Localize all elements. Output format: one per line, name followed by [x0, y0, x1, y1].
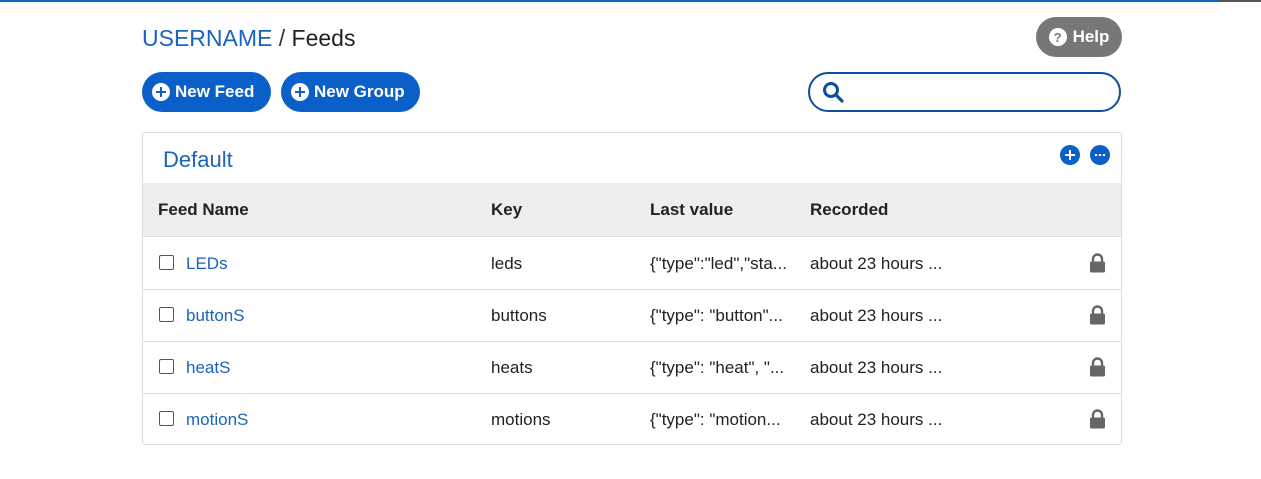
lock-icon[interactable]	[1089, 305, 1106, 325]
row-checkbox[interactable]	[159, 411, 174, 426]
group-title[interactable]: Default	[163, 147, 233, 173]
feed-key: buttons	[491, 306, 547, 325]
feed-group-panel: Default Feed Name Key Last value Recorde…	[142, 132, 1122, 445]
feed-key: motions	[491, 410, 551, 429]
group-options-button[interactable]	[1090, 145, 1110, 165]
add-feed-to-group-button[interactable]	[1060, 145, 1080, 165]
breadcrumb-user-link[interactable]: USERNAME	[142, 25, 272, 51]
feed-last-value: {"type": "motion...	[650, 410, 781, 429]
feed-key: heats	[491, 358, 533, 377]
search-box	[808, 72, 1121, 112]
feed-recorded: about 23 hours ...	[810, 254, 943, 273]
help-button[interactable]: ? Help	[1036, 17, 1122, 57]
table-header: Feed Name Key Last value Recorded	[143, 183, 1121, 237]
header-feed-name[interactable]: Feed Name	[158, 200, 249, 220]
feed-last-value: {"type":"led","sta...	[650, 254, 787, 273]
new-group-button[interactable]: New Group	[281, 72, 420, 112]
top-accent-bar	[0, 0, 1261, 2]
feed-name-link[interactable]: heatS	[186, 358, 230, 378]
feed-name-link[interactable]: motionS	[186, 410, 248, 430]
table-row[interactable]: buttonS buttons {"type": "button"... abo…	[143, 290, 1121, 342]
help-button-label: Help	[1072, 27, 1110, 46]
breadcrumb: USERNAME / Feeds	[142, 24, 355, 52]
header-recorded[interactable]: Recorded	[810, 200, 888, 220]
lock-icon[interactable]	[1089, 409, 1106, 429]
feed-last-value: {"type": "button"...	[650, 306, 783, 325]
table-row[interactable]: LEDs leds {"type":"led","sta... about 23…	[143, 238, 1121, 290]
table-row[interactable]: heatS heats {"type": "heat", "... about …	[143, 342, 1121, 394]
feed-last-value: {"type": "heat", "...	[650, 358, 785, 377]
feed-recorded: about 23 hours ...	[810, 358, 943, 377]
feed-recorded: about 23 hours ...	[810, 306, 943, 325]
new-feed-button[interactable]: New Feed	[142, 72, 271, 112]
row-checkbox[interactable]	[159, 255, 174, 270]
feed-key: leds	[491, 254, 523, 273]
plus-circle-icon	[291, 83, 309, 101]
lock-icon[interactable]	[1089, 253, 1106, 273]
feed-name-link[interactable]: buttonS	[186, 306, 245, 326]
header-last-value[interactable]: Last value	[650, 200, 733, 220]
row-checkbox[interactable]	[159, 307, 174, 322]
feed-name-link[interactable]: LEDs	[186, 254, 228, 274]
table-row[interactable]: motionS motions {"type": "motion... abou…	[143, 394, 1121, 444]
row-checkbox[interactable]	[159, 359, 174, 374]
question-icon: ?	[1048, 28, 1067, 46]
ellipsis-icon	[1094, 154, 1106, 156]
new-feed-label: New Feed	[175, 82, 255, 101]
page-title: Feeds	[291, 25, 356, 51]
search-icon	[823, 82, 844, 103]
new-group-label: New Group	[314, 82, 405, 101]
search-input[interactable]	[854, 80, 1109, 104]
feed-recorded: about 23 hours ...	[810, 410, 943, 429]
lock-icon[interactable]	[1089, 357, 1106, 377]
header-key[interactable]: Key	[491, 200, 522, 220]
plus-circle-icon	[152, 83, 170, 101]
breadcrumb-separator: /	[278, 25, 286, 51]
